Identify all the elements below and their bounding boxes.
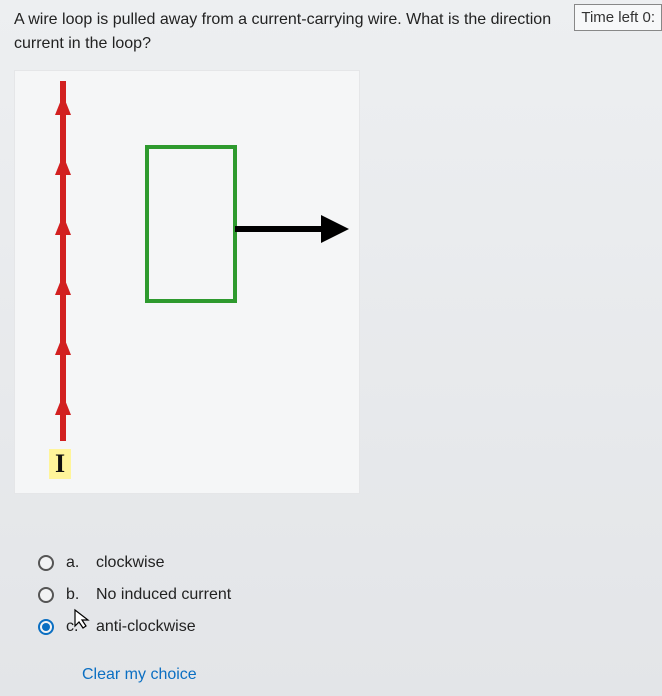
question-text: A wire loop is pulled away from a curren… bbox=[14, 8, 652, 56]
answer-c-text: anti-clockwise bbox=[96, 618, 196, 636]
answer-a-text: clockwise bbox=[96, 554, 164, 572]
clear-choice-link[interactable]: Clear my choice bbox=[82, 666, 197, 684]
radio-c[interactable] bbox=[38, 619, 54, 635]
answer-b-text: No induced current bbox=[96, 586, 231, 604]
answer-c[interactable]: c. anti-clockwise bbox=[38, 618, 652, 636]
time-left-label: Time left 0: bbox=[581, 9, 655, 26]
question-line-2: current in the loop? bbox=[14, 35, 151, 52]
physics-diagram: I bbox=[14, 70, 360, 494]
answer-a-letter: a. bbox=[66, 554, 84, 572]
current-label: I bbox=[49, 449, 71, 479]
radio-b[interactable] bbox=[38, 587, 54, 603]
loop-rectangle bbox=[147, 147, 235, 301]
radio-a[interactable] bbox=[38, 555, 54, 571]
answer-c-letter: c. bbox=[66, 618, 84, 636]
answer-b-letter: b. bbox=[66, 586, 84, 604]
motion-arrow-head bbox=[321, 215, 349, 243]
diagram-svg bbox=[15, 71, 361, 495]
answer-b[interactable]: b. No induced current bbox=[38, 586, 652, 604]
question-line-1: A wire loop is pulled away from a curren… bbox=[14, 11, 551, 28]
answer-a[interactable]: a. clockwise bbox=[38, 554, 652, 572]
time-left-box: Time left 0: bbox=[574, 4, 662, 31]
answer-options: a. clockwise b. No induced current c. an… bbox=[14, 534, 652, 684]
question-page: Time left 0: A wire loop is pulled away … bbox=[0, 0, 662, 694]
